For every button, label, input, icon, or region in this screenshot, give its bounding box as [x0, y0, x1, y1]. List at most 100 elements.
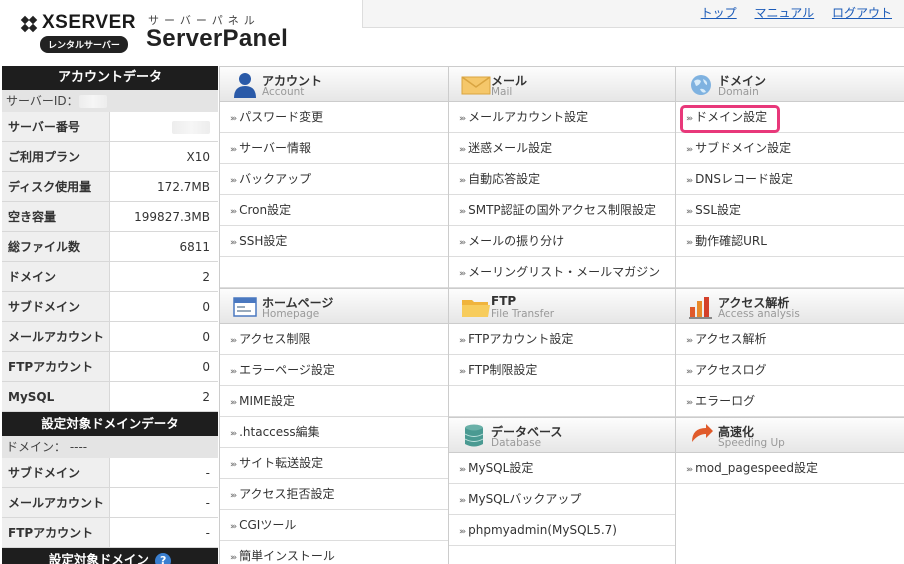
double-chevron-right-icon: ›» — [230, 367, 237, 377]
sidebar-data-row: FTPアカウント - — [2, 518, 218, 548]
menu-item-speed-0[interactable]: ›» mod_pagespeed設定 — [676, 453, 904, 484]
help-icon[interactable]: ? — [155, 553, 172, 564]
double-chevron-right-icon: ›» — [230, 238, 237, 248]
menu-item-homepage-0[interactable]: ›» アクセス制限 — [220, 324, 448, 355]
menu-item-label: サーバー情報 — [239, 141, 311, 155]
menu-item-mail-2[interactable]: ›» 自動応答設定 — [449, 164, 675, 195]
menu-item-domain-1[interactable]: ›» サブドメイン設定 — [676, 133, 904, 164]
menu-item-homepage-3[interactable]: ›» .htaccess編集 — [220, 417, 448, 448]
section-account: アカウント Account — [220, 66, 448, 102]
menu-item-homepage-6[interactable]: ›» CGIツール — [220, 510, 448, 541]
menu-item-homepage-2[interactable]: ›» MIME設定 — [220, 386, 448, 417]
target-domain-label: 設定対象ドメイン — [48, 552, 149, 564]
menu-item-database-2[interactable]: ›» phpmyadmin(MySQL5.7) — [449, 515, 675, 546]
menu-item-database-0[interactable]: ›» MySQL設定 — [449, 453, 675, 484]
menu-item-mail-5[interactable]: ›» メーリングリスト・メールマガジン — [449, 257, 675, 288]
empty-row — [220, 257, 448, 288]
nav-top-link[interactable]: トップ — [701, 6, 737, 20]
double-chevron-right-icon: ›» — [230, 460, 237, 470]
sidebar-row-value: - — [205, 496, 210, 510]
double-chevron-right-icon: ›» — [230, 491, 237, 501]
redacted-value — [172, 121, 210, 134]
menu-item-mail-3[interactable]: ›» SMTP認証の国外アクセス制限設定 — [449, 195, 675, 226]
folder-icon — [462, 300, 490, 317]
menu-item-domain-2[interactable]: ›» DNSレコード設定 — [676, 164, 904, 195]
menu-item-label: バックアップ — [239, 172, 312, 186]
menu-item-label: サブドメイン設定 — [695, 141, 792, 155]
speed-arrow-icon — [692, 424, 713, 442]
double-chevron-right-icon: ›» — [686, 367, 693, 377]
domain-row: ドメイン： ---- — [2, 436, 218, 458]
section-speed: 高速化 Speeding Up — [676, 417, 904, 453]
menu-item-mail-1[interactable]: ›» 迷惑メール設定 — [449, 133, 675, 164]
menu-item-ftp-0[interactable]: ›» FTPアカウント設定 — [449, 324, 675, 355]
sidebar-row-value: 2 — [202, 390, 210, 404]
server-id-redacted — [78, 95, 107, 108]
menu-item-mail-4[interactable]: ›» メールの振り分け — [449, 226, 675, 257]
sidebar-row-value: 199827.3MB — [134, 210, 210, 224]
column-2: メール Mail ›» メールアカウント設定 ›» 迷惑メール設定 ›» 自動応答設定 ›»… — [448, 66, 675, 564]
menu-item-homepage-1[interactable]: ›» エラーページ設定 — [220, 355, 448, 386]
sidebar-row-label: 総ファイル数 — [2, 232, 110, 261]
sidebar-data-row: MySQL 2 — [2, 382, 218, 412]
section-access-analysis: アクセス解析 Access analysis — [676, 288, 904, 324]
domain-data-title: 設定対象ドメインデータ — [2, 412, 218, 436]
xserver-logo[interactable]: XSERVER レンタルサーバー サーバーパネル ServerPanel — [18, 10, 318, 60]
sidebar: アカウントデータ サーバーID： サーバー番号 ご利用プラン X10 ディスク使用量 1… — [2, 66, 218, 564]
sidebar-data-row: サブドメイン - — [2, 458, 218, 488]
sidebar-data-row: FTPアカウント 0 — [2, 352, 218, 382]
menu-item-label: サイト転送設定 — [239, 456, 324, 470]
sidebar-row-value: 0 — [202, 330, 210, 344]
menu-item-domain-0[interactable]: ›» ドメイン設定 — [676, 102, 904, 133]
menu-item-access-0[interactable]: ›» アクセス解析 — [676, 324, 904, 355]
menu-item-label: エラーログ — [695, 394, 756, 408]
menu-item-account-3[interactable]: ›» Cron設定 — [220, 195, 448, 226]
sidebar-row-label: FTPアカウント — [2, 518, 110, 547]
menu-item-account-4[interactable]: ›» SSH設定 — [220, 226, 448, 257]
section-domain: ドメイン Domain — [676, 66, 904, 102]
menu-item-label: アクセス制限 — [239, 332, 311, 346]
menu-item-label: phpmyadmin(MySQL5.7) — [468, 523, 617, 537]
header: XSERVER レンタルサーバー サーバーパネル ServerPanel トップ… — [0, 0, 904, 66]
double-chevron-right-icon: ›» — [459, 238, 466, 248]
section-subtitle: File Transfer — [491, 308, 555, 320]
menu-item-access-2[interactable]: ›» エラーログ — [676, 386, 904, 417]
double-chevron-right-icon: ›» — [459, 269, 466, 279]
section-subtitle: Domain — [718, 86, 759, 98]
section-subtitle: Access analysis — [718, 308, 800, 320]
menu-item-label: Cron設定 — [239, 203, 292, 217]
double-chevron-right-icon: ›» — [459, 176, 466, 186]
browser-window-icon — [233, 297, 257, 317]
double-chevron-right-icon: ›» — [459, 207, 466, 217]
sidebar-data-row: ご利用プラン X10 — [2, 142, 218, 172]
menu-item-label: 動作確認URL — [695, 234, 767, 248]
menu-item-database-1[interactable]: ›» MySQLバックアップ — [449, 484, 675, 515]
nav-logout-link[interactable]: ログアウト — [832, 6, 892, 20]
menu-item-mail-0[interactable]: ›» メールアカウント設定 — [449, 102, 675, 133]
menu-item-label: SSH設定 — [239, 234, 288, 248]
database-icon — [464, 424, 484, 447]
empty-row — [449, 386, 675, 417]
section-subtitle: Account — [262, 86, 305, 98]
brand-subtitle: レンタルサーバー — [40, 36, 128, 53]
menu-item-account-0[interactable]: ›» パスワード変更 — [220, 102, 448, 133]
sidebar-row-value: 0 — [202, 360, 210, 374]
menu-item-ftp-1[interactable]: ›» FTP制限設定 — [449, 355, 675, 386]
sidebar-row-label: メールアカウント — [2, 322, 110, 351]
menu-item-domain-4[interactable]: ›» 動作確認URL — [676, 226, 904, 257]
section-title: FTP — [491, 294, 517, 308]
menu-item-account-1[interactable]: ›» サーバー情報 — [220, 133, 448, 164]
sidebar-row-label: サーバー番号 — [2, 112, 110, 141]
nav-manual-link[interactable]: マニュアル — [755, 6, 815, 20]
sidebar-row-label: FTPアカウント — [2, 352, 110, 381]
double-chevron-right-icon: ›» — [686, 465, 693, 475]
section-ftp: FTP File Transfer — [449, 288, 675, 324]
section-subtitle: Database — [491, 437, 542, 449]
user-icon — [234, 73, 256, 98]
menu-item-access-1[interactable]: ›» アクセスログ — [676, 355, 904, 386]
menu-item-homepage-7[interactable]: ›» 簡単インストール — [220, 541, 448, 564]
menu-item-homepage-5[interactable]: ›» アクセス拒否設定 — [220, 479, 448, 510]
menu-item-domain-3[interactable]: ›» SSL設定 — [676, 195, 904, 226]
menu-item-account-2[interactable]: ›» バックアップ — [220, 164, 448, 195]
menu-item-homepage-4[interactable]: ›» サイト転送設定 — [220, 448, 448, 479]
